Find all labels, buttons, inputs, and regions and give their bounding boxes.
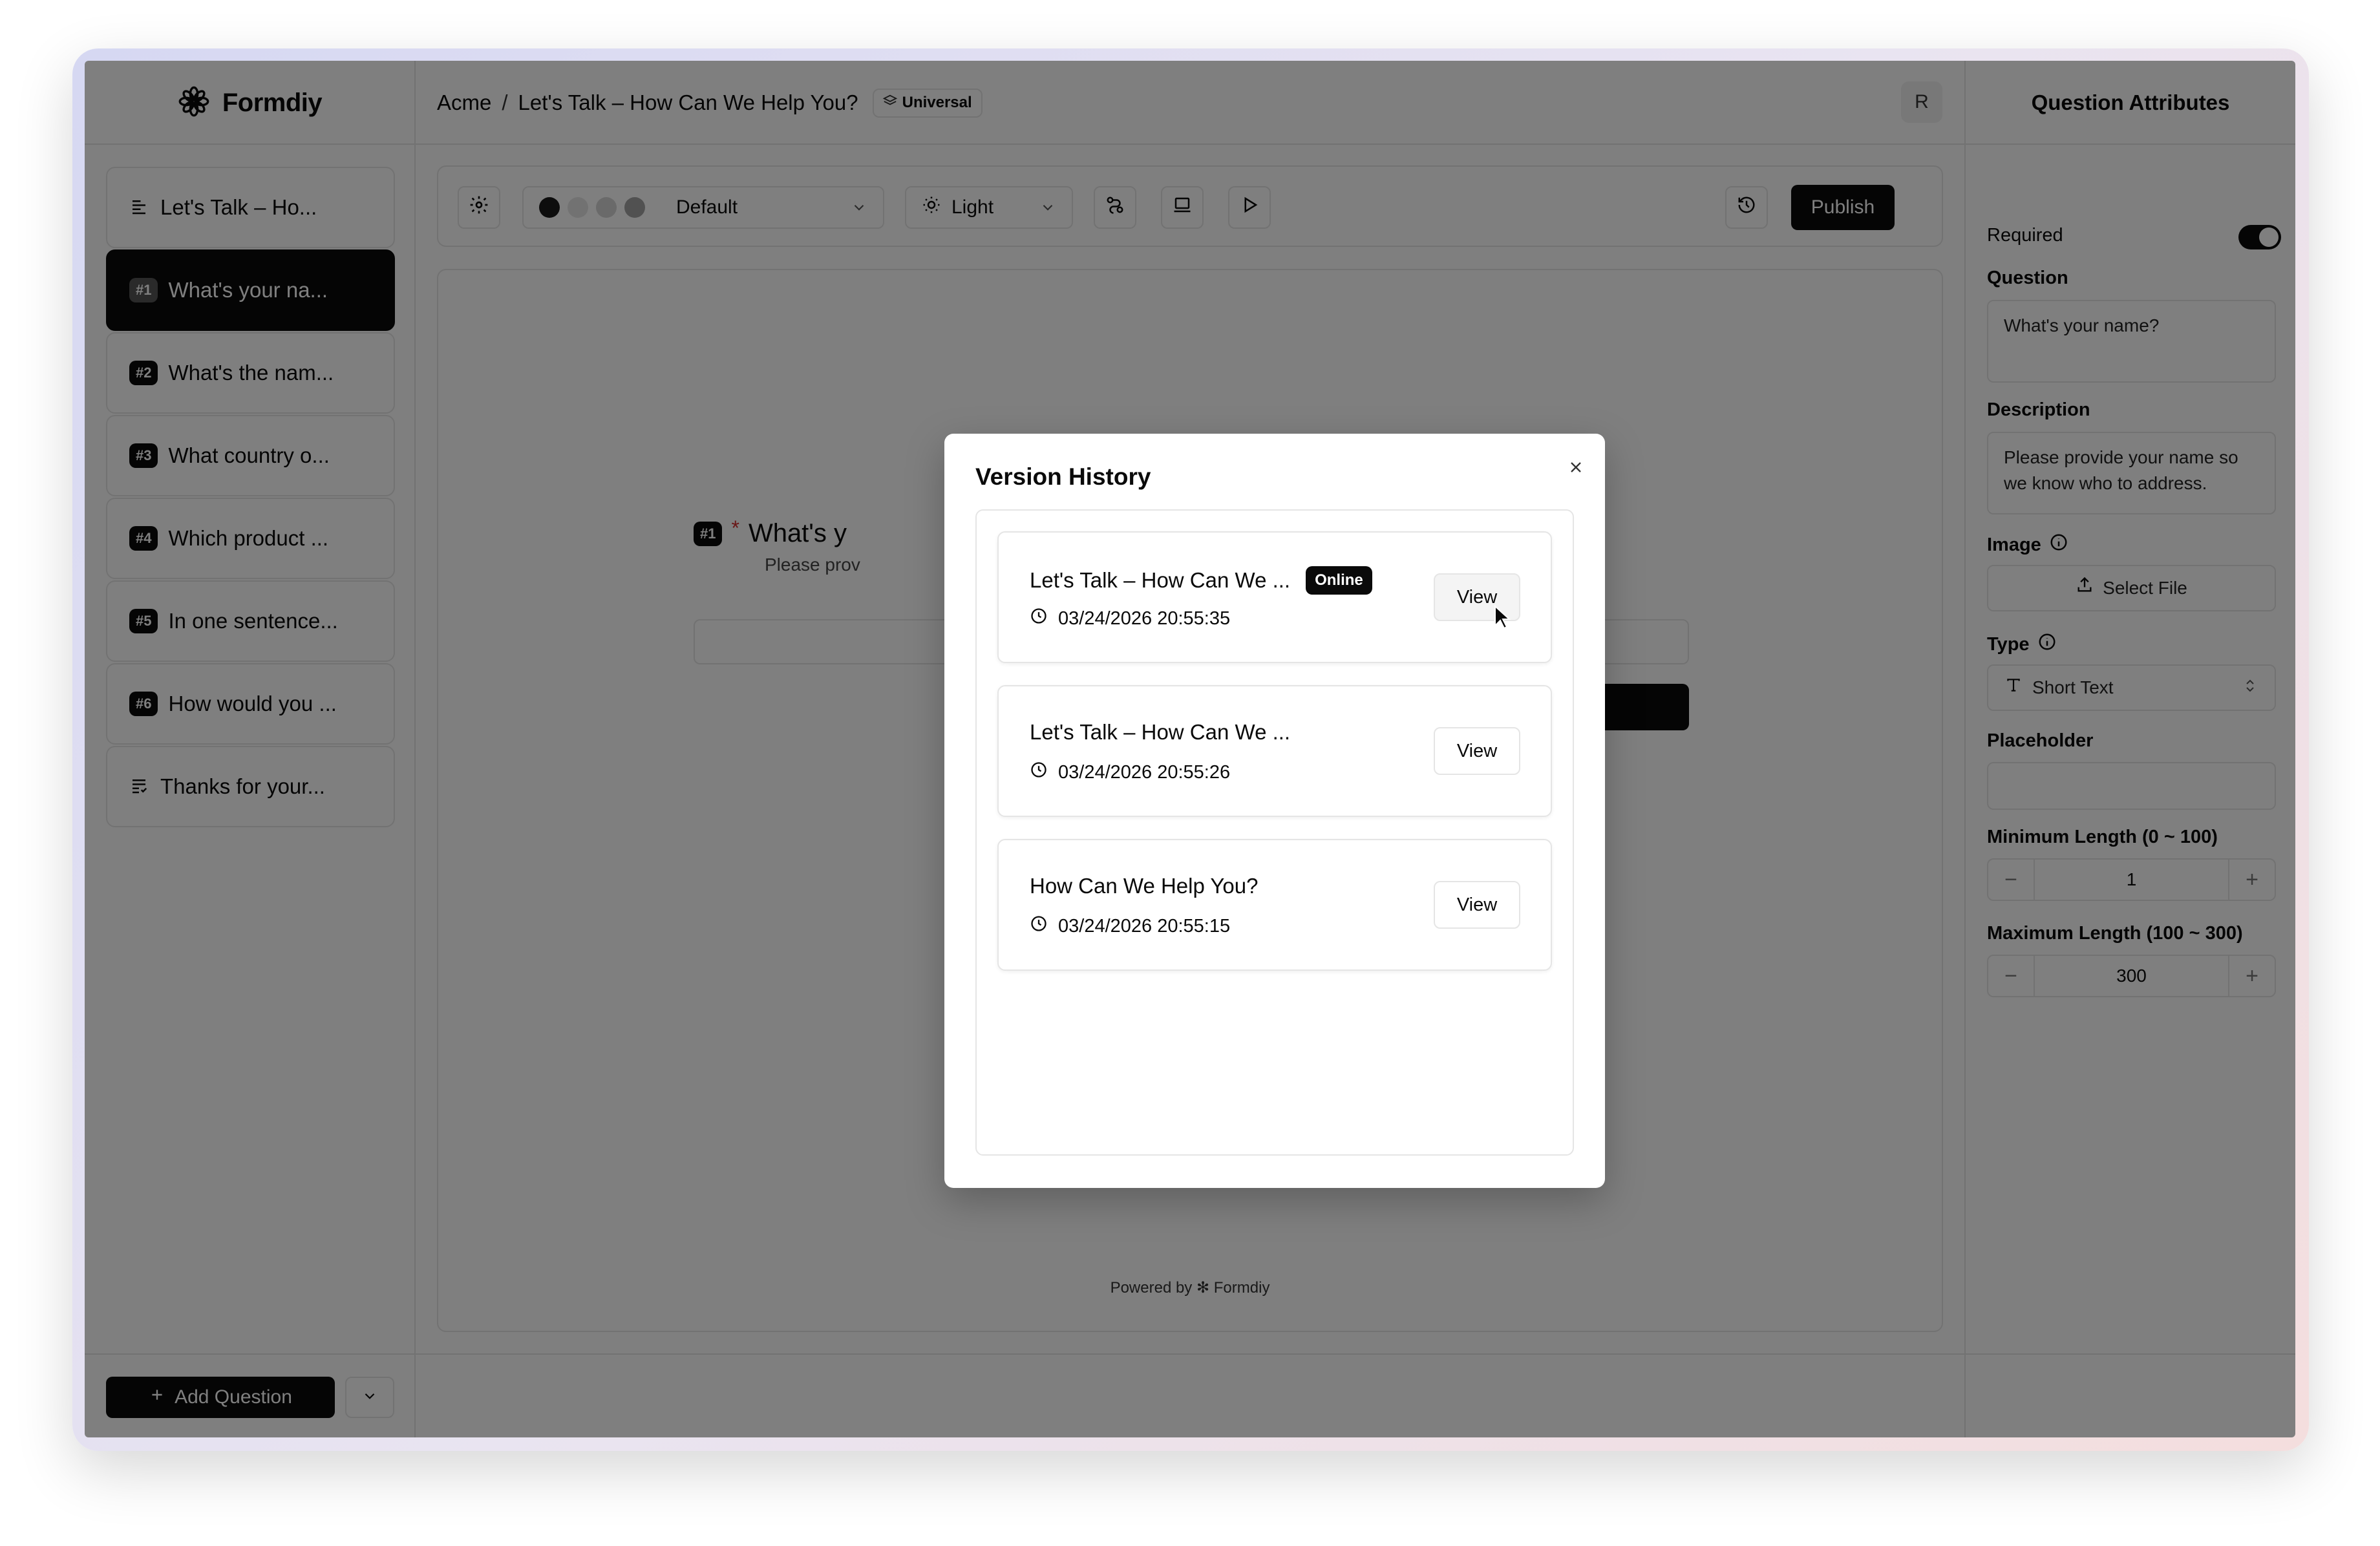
version-list: Let's Talk – How Can We ... Online 03/24…: [975, 509, 1574, 1156]
version-timestamp: 03/24/2026 20:55:15: [1058, 915, 1231, 937]
version-timestamp: 03/24/2026 20:55:26: [1058, 761, 1231, 783]
version-name: Let's Talk – How Can We ...: [1030, 720, 1291, 744]
version-item: How Can We Help You? 03/24/2026 20:55:15…: [997, 839, 1552, 971]
version-name: Let's Talk – How Can We ...: [1030, 568, 1291, 592]
view-version-button[interactable]: View: [1434, 727, 1520, 775]
view-version-button[interactable]: View: [1434, 881, 1520, 929]
version-item: Let's Talk – How Can We ... 03/24/2026 2…: [997, 685, 1552, 817]
close-icon: [1567, 458, 1585, 480]
close-button[interactable]: [1563, 456, 1589, 482]
mouse-cursor-icon: [1494, 604, 1511, 633]
version-timestamp-row: 03/24/2026 20:55:35: [1030, 607, 1230, 630]
version-history-dialog: Version History Let's Talk – How Can We …: [944, 434, 1605, 1188]
version-name-row: Let's Talk – How Can We ... Online: [1030, 566, 1372, 595]
version-timestamp-row: 03/24/2026 20:55:15: [1030, 915, 1230, 938]
online-badge: Online: [1306, 566, 1372, 595]
version-item: Let's Talk – How Can We ... Online 03/24…: [997, 531, 1552, 663]
version-timestamp-row: 03/24/2026 20:55:26: [1030, 761, 1230, 784]
version-timestamp: 03/24/2026 20:55:35: [1058, 608, 1231, 629]
app-window: Formdiy Acme / Let's Talk – How Can We H…: [85, 61, 2295, 1437]
clock-icon: [1030, 761, 1048, 784]
clock-icon: [1030, 915, 1048, 938]
dialog-title: Version History: [975, 463, 1151, 490]
version-name-row: Let's Talk – How Can We ...: [1030, 720, 1290, 745]
version-name-row: How Can We Help You?: [1030, 874, 1258, 898]
version-name: How Can We Help You?: [1030, 874, 1259, 898]
clock-icon: [1030, 607, 1048, 630]
